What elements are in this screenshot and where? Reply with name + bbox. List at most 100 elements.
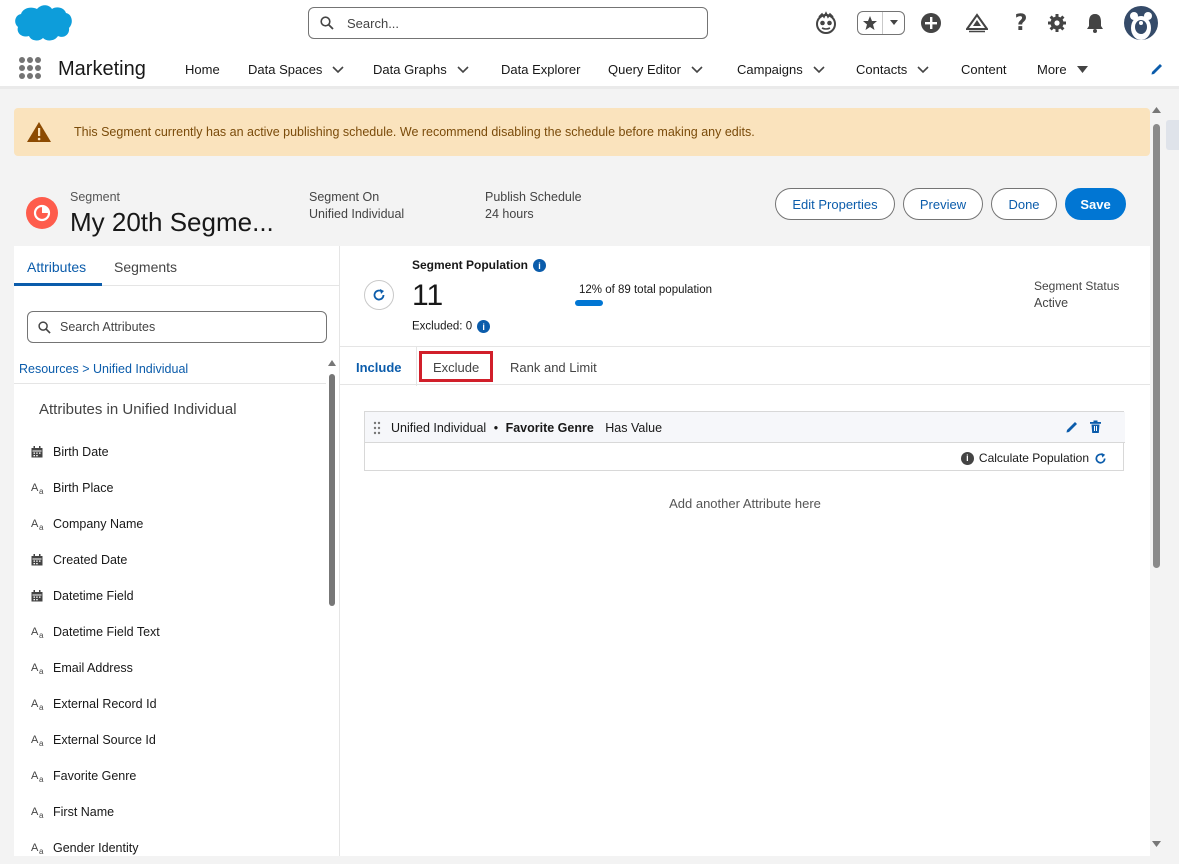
attribute-item[interactable]: Aa Email Address (14, 650, 326, 686)
tab-rank-and-limit[interactable]: Rank and Limit (510, 360, 597, 375)
tab-include[interactable]: Include (356, 360, 402, 375)
attribute-label: Datetime Field Text (53, 625, 160, 639)
favorites-star-icon[interactable] (858, 12, 884, 34)
page-scroll-thumb[interactable] (1153, 124, 1160, 568)
save-button[interactable]: Save (1065, 188, 1126, 220)
calendar-icon (31, 590, 53, 602)
svg-text:a: a (39, 847, 44, 855)
text-type-icon: Aa (31, 841, 53, 855)
attribute-item[interactable]: Aa Favorite Genre (14, 758, 326, 794)
publish-schedule-label: Publish Schedule (485, 190, 582, 204)
info-icon[interactable]: i (533, 259, 547, 273)
gear-icon[interactable] (1045, 10, 1069, 36)
nav-item-data-spaces[interactable]: Data Spaces (248, 62, 345, 77)
attributes-scrollbar[interactable] (326, 358, 338, 856)
salesforce-cloud-logo[interactable] (12, 3, 72, 43)
side-panel-toggle[interactable] (1166, 120, 1179, 150)
attribute-label: Company Name (53, 517, 144, 531)
add-icon[interactable] (919, 10, 943, 36)
segment-population-label: Segment Population i (412, 258, 547, 273)
attribute-label: Email Address (53, 661, 133, 675)
nav-item-data-graphs[interactable]: Data Graphs (373, 62, 469, 77)
warning-icon (27, 122, 51, 142)
drag-handle-icon[interactable] (373, 421, 381, 435)
chevron-down-icon[interactable] (457, 65, 469, 74)
trailhead-icon[interactable] (965, 10, 989, 36)
caret-down-icon[interactable] (1076, 65, 1088, 74)
segment-name: My 20th Segme... (70, 207, 274, 237)
nav-item-home[interactable]: Home (185, 62, 220, 77)
breadcrumb[interactable]: Resources > Unified Individual (14, 356, 326, 384)
edit-properties-button[interactable]: Edit Properties (775, 188, 895, 220)
text-type-icon: Aa (31, 697, 53, 711)
attribute-label: External Record Id (53, 697, 157, 711)
bell-icon[interactable] (1083, 10, 1107, 36)
svg-text:A: A (31, 842, 39, 854)
nav-item-more[interactable]: More (1037, 62, 1088, 77)
attribute-item[interactable]: Birth Date (14, 434, 326, 470)
done-button[interactable]: Done (991, 188, 1057, 220)
attribute-item[interactable]: Created Date (14, 542, 326, 578)
search-attributes-placeholder: Search Attributes (60, 320, 156, 334)
population-progress-bar (575, 300, 603, 306)
tab-attributes[interactable]: Attributes (27, 259, 86, 275)
calculate-population-button[interactable]: i Calculate Population (960, 451, 1107, 465)
attributes-scroll-thumb[interactable] (329, 374, 335, 606)
chevron-down-icon[interactable] (813, 65, 825, 74)
app-launcher-icon[interactable] (19, 57, 41, 79)
calendar-icon (31, 554, 53, 566)
population-percent-text: 12% of 89 total population (579, 284, 712, 296)
favorites-chevron-down-icon[interactable] (883, 12, 904, 34)
avatar[interactable] (1124, 6, 1158, 40)
search-attributes-input[interactable]: Search Attributes (27, 311, 327, 343)
attribute-item[interactable]: Aa Gender Identity (14, 830, 326, 856)
page-scrollbar[interactable] (1150, 104, 1163, 852)
refresh-population-button[interactable] (364, 280, 394, 310)
attribute-label: Birth Place (53, 481, 114, 495)
nav-item-campaigns[interactable]: Campaigns (737, 62, 825, 77)
chevron-down-icon[interactable] (332, 65, 345, 74)
svg-text:A: A (31, 662, 39, 674)
edit-pencil-icon[interactable] (1065, 420, 1079, 434)
nav-item-content[interactable]: Content (961, 62, 1007, 77)
attribute-item[interactable]: Aa External Record Id (14, 686, 326, 722)
svg-text:a: a (39, 739, 44, 747)
chevron-down-icon[interactable] (917, 65, 929, 74)
attribute-item[interactable]: Aa External Source Id (14, 722, 326, 758)
delete-trash-icon[interactable] (1089, 420, 1102, 434)
rule-attribute: Favorite Genre (505, 421, 594, 435)
edit-nav-pencil-icon[interactable] (1150, 62, 1164, 76)
calendar-icon (31, 446, 53, 458)
svg-text:A: A (31, 626, 39, 638)
chevron-down-icon[interactable] (691, 65, 703, 74)
tab-segments[interactable]: Segments (114, 259, 177, 275)
refresh-icon (373, 289, 385, 301)
svg-text:a: a (39, 487, 44, 495)
einstein-icon[interactable] (813, 10, 839, 36)
help-icon[interactable]: ? (1010, 10, 1032, 36)
svg-text:A: A (31, 770, 39, 782)
attribute-item[interactable]: Aa Datetime Field Text (14, 614, 326, 650)
info-icon[interactable]: i (477, 320, 491, 333)
app-navigation-bar: Marketing Home Data Spaces Data Graphs D… (0, 46, 1179, 89)
text-type-icon: Aa (31, 517, 53, 531)
nav-item-query-editor[interactable]: Query Editor (608, 62, 703, 77)
global-search-input[interactable]: Search... (308, 7, 708, 39)
record-type-label: Segment (70, 190, 121, 204)
attribute-label: Gender Identity (53, 841, 139, 855)
segment-icon (26, 197, 58, 229)
rule-card: Unified Individual • Favorite Genre Has … (364, 411, 1125, 471)
global-header: Search... ? (0, 0, 1179, 46)
attribute-label: First Name (53, 805, 115, 819)
svg-text:A: A (31, 698, 39, 710)
attribute-item[interactable]: Datetime Field (14, 578, 326, 614)
nav-item-contacts[interactable]: Contacts (856, 62, 929, 77)
rule-description[interactable]: Unified Individual • Favorite Genre Has … (391, 421, 662, 435)
preview-button[interactable]: Preview (903, 188, 983, 220)
add-attribute-dropzone[interactable]: Add another Attribute here (340, 496, 1150, 511)
attribute-item[interactable]: Aa Birth Place (14, 470, 326, 506)
attribute-label: Datetime Field (53, 589, 134, 603)
nav-item-data-explorer[interactable]: Data Explorer (501, 62, 580, 77)
attribute-item[interactable]: Aa Company Name (14, 506, 326, 542)
attribute-item[interactable]: Aa First Name (14, 794, 326, 830)
